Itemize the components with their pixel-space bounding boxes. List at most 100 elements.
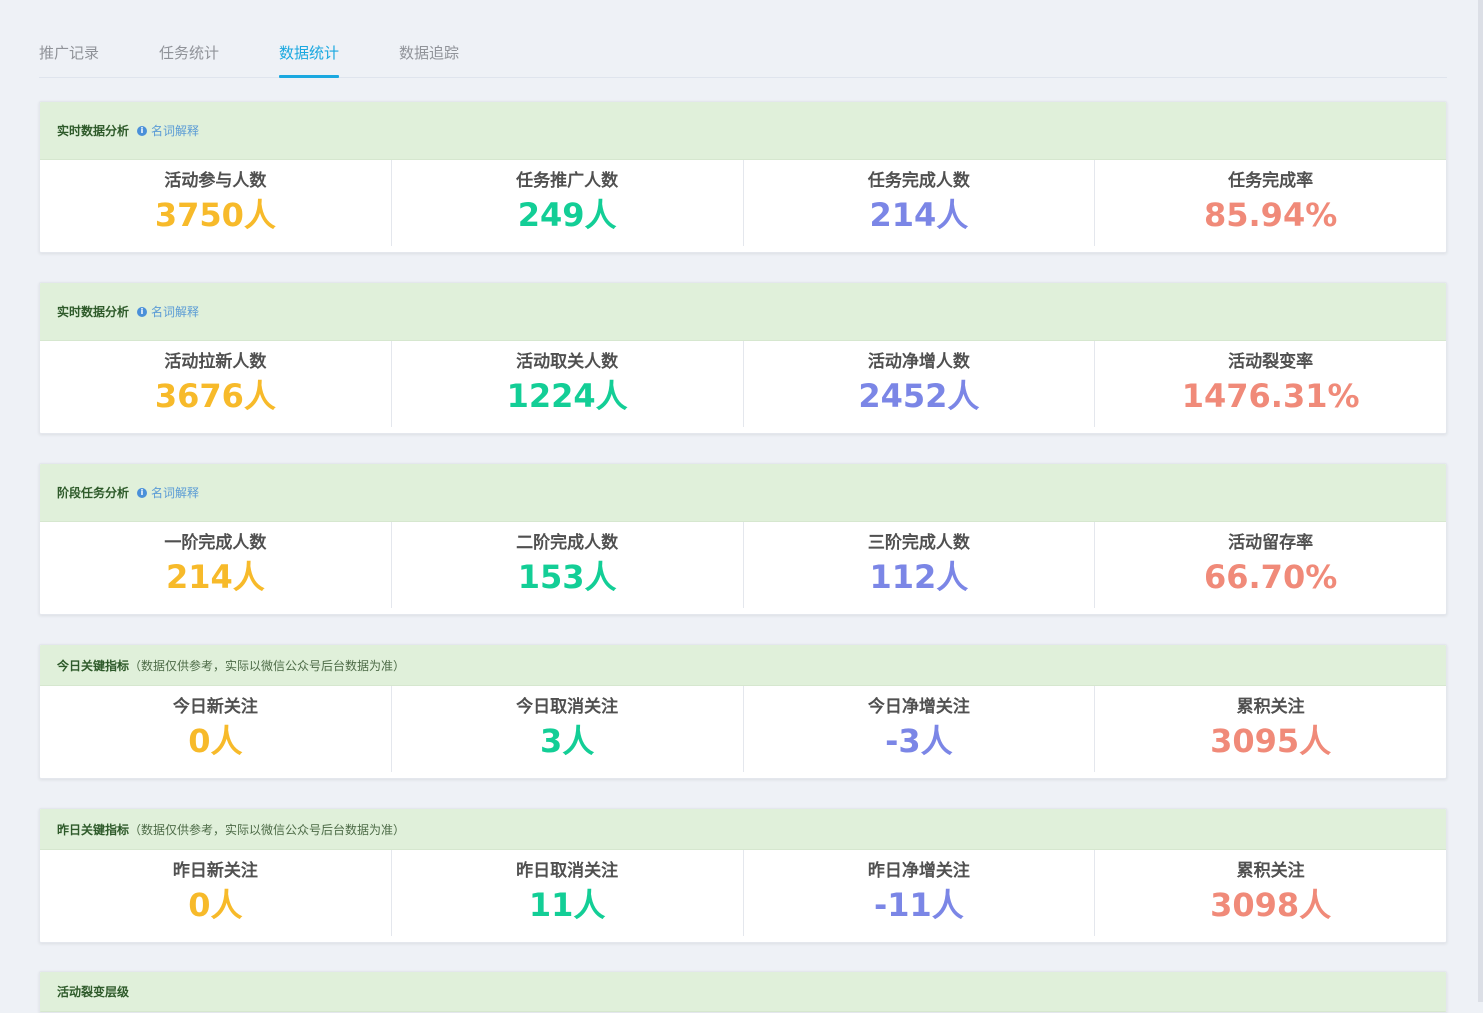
section-title: 实时数据分析 <box>57 124 130 138</box>
metric-label: 任务完成率 <box>1228 171 1314 191</box>
metric-cell: 活动留存率 66.70% <box>1095 522 1446 608</box>
metric-cell: 昨日净增关注 -11人 <box>744 850 1096 936</box>
glossary-link[interactable]: i 名词解释 <box>137 122 199 139</box>
section-header: 今日关键指标 （数据仅供参考，实际以微信公众号后台数据为准） <box>40 645 1446 686</box>
metric-cell: 昨日取消关注 11人 <box>392 850 744 936</box>
metric-label: 活动拉新人数 <box>164 352 267 372</box>
metric-value: 3095人 <box>1210 722 1332 760</box>
metric-label: 今日取消关注 <box>516 697 619 717</box>
metrics-row: 今日新关注 0人 今日取消关注 3人 今日净增关注 -3人 累积关注 3095人 <box>40 686 1446 778</box>
metric-value: 214人 <box>165 558 265 596</box>
metric-value: 1224人 <box>506 377 628 415</box>
section-header: 实时数据分析 i 名词解释 <box>40 102 1446 160</box>
metric-label: 昨日净增关注 <box>867 861 970 881</box>
glossary-label: 名词解释 <box>151 305 200 319</box>
tab-data-stats[interactable]: 数据统计 <box>279 29 340 78</box>
metric-label: 活动净增人数 <box>867 352 970 372</box>
metric-value: 3750人 <box>154 196 276 234</box>
metrics-row: 活动拉新人数 3676人 活动取关人数 1224人 活动净增人数 2452人 活… <box>40 341 1446 433</box>
info-icon: i <box>137 125 148 136</box>
section-title: 阶段任务分析 <box>57 486 130 500</box>
metric-label: 累积关注 <box>1236 861 1305 881</box>
metric-value: 3人 <box>539 722 595 760</box>
section-yesterday-key-metrics: 昨日关键指标 （数据仅供参考，实际以微信公众号后台数据为准） 昨日新关注 0人 … <box>39 808 1447 943</box>
metric-label: 昨日新关注 <box>172 861 258 881</box>
section-header: 昨日关键指标 （数据仅供参考，实际以微信公众号后台数据为准） <box>40 809 1446 850</box>
section-fission-levels: 活动裂变层级 <box>39 971 1447 1013</box>
main-content: 推广记录 任务统计 数据统计 数据追踪 实时数据分析 i 名词解释 活动参与人数… <box>4 0 1478 1013</box>
section-header: 活动裂变层级 <box>40 972 1446 1012</box>
info-icon: i <box>137 487 148 498</box>
metric-cell: 任务完成人数 214人 <box>744 160 1096 246</box>
metric-value: 2452人 <box>858 377 980 415</box>
metric-cell: 活动净增人数 2452人 <box>744 341 1096 427</box>
metric-label: 任务推广人数 <box>516 171 619 191</box>
metrics-row: 一阶完成人数 214人 二阶完成人数 153人 三阶完成人数 112人 活动留存… <box>40 522 1446 614</box>
metric-cell: 今日取消关注 3人 <box>392 686 744 772</box>
metric-value: 0人 <box>188 886 243 924</box>
metric-cell: 任务完成率 85.94% <box>1095 160 1446 246</box>
section-realtime-analysis-1: 实时数据分析 i 名词解释 活动参与人数 3750人 任务推广人数 249人 任… <box>39 101 1447 253</box>
glossary-label: 名词解释 <box>151 124 200 138</box>
metric-cell: 活动裂变率 1476.31% <box>1095 341 1446 427</box>
metric-value: 85.94% <box>1203 196 1338 234</box>
page-scrollbar[interactable] <box>1478 0 1483 1002</box>
metric-label: 今日净增关注 <box>867 697 970 717</box>
tab-task-stats[interactable]: 任务统计 <box>159 29 219 77</box>
metric-label: 活动裂变率 <box>1228 352 1314 372</box>
metric-cell: 三阶完成人数 112人 <box>744 522 1096 608</box>
metrics-row: 活动参与人数 3750人 任务推广人数 249人 任务完成人数 214人 任务完… <box>40 160 1446 252</box>
section-header: 实时数据分析 i 名词解释 <box>40 283 1446 341</box>
tab-bar: 推广记录 任务统计 数据统计 数据追踪 <box>39 28 1447 78</box>
section-title: 活动裂变层级 <box>57 985 130 999</box>
metric-cell: 昨日新关注 0人 <box>40 850 392 936</box>
metric-label: 二阶完成人数 <box>516 533 619 553</box>
metric-cell: 今日新关注 0人 <box>40 686 392 772</box>
section-header: 阶段任务分析 i 名词解释 <box>40 464 1446 522</box>
metric-value: 153人 <box>517 558 617 596</box>
tab-promotion-records[interactable]: 推广记录 <box>39 29 99 77</box>
section-title: 今日关键指标 <box>57 658 130 673</box>
info-icon: i <box>137 306 148 317</box>
section-today-key-metrics: 今日关键指标 （数据仅供参考，实际以微信公众号后台数据为准） 今日新关注 0人 … <box>39 644 1447 779</box>
metric-cell: 任务推广人数 249人 <box>392 160 744 246</box>
metric-label: 昨日取消关注 <box>516 861 619 881</box>
section-stage-task-analysis: 阶段任务分析 i 名词解释 一阶完成人数 214人 二阶完成人数 153人 三阶… <box>39 463 1447 615</box>
section-note: （数据仅供参考，实际以微信公众号后台数据为准） <box>129 822 406 837</box>
section-note: （数据仅供参考，实际以微信公众号后台数据为准） <box>129 658 406 673</box>
metric-label: 今日新关注 <box>172 697 258 717</box>
metric-cell: 累积关注 3098人 <box>1095 850 1446 936</box>
metrics-row: 昨日新关注 0人 昨日取消关注 11人 昨日净增关注 -11人 累积关注 309… <box>40 850 1446 942</box>
metric-value: -3人 <box>885 722 953 760</box>
glossary-link[interactable]: i 名词解释 <box>137 303 199 320</box>
metric-value: 0人 <box>188 722 243 760</box>
metric-cell: 今日净增关注 -3人 <box>744 686 1096 772</box>
tab-data-tracking[interactable]: 数据追踪 <box>399 29 459 77</box>
section-title: 昨日关键指标 <box>57 822 130 837</box>
metric-cell: 活动取关人数 1224人 <box>392 341 744 427</box>
section-realtime-analysis-2: 实时数据分析 i 名词解释 活动拉新人数 3676人 活动取关人数 1224人 … <box>39 282 1447 434</box>
metric-value: 249人 <box>517 196 617 234</box>
metric-cell: 二阶完成人数 153人 <box>392 522 744 608</box>
metric-label: 一阶完成人数 <box>164 533 267 553</box>
metric-value: 214人 <box>869 196 969 234</box>
metric-value: 3098人 <box>1210 886 1332 924</box>
metric-label: 活动参与人数 <box>164 171 267 191</box>
metric-label: 活动取关人数 <box>516 352 619 372</box>
metric-value: -11人 <box>873 886 964 924</box>
metric-cell: 活动拉新人数 3676人 <box>40 341 392 427</box>
metric-label: 活动留存率 <box>1228 533 1314 553</box>
metric-label: 三阶完成人数 <box>867 533 970 553</box>
metric-value: 3676人 <box>154 377 276 415</box>
metric-cell: 累积关注 3095人 <box>1095 686 1446 772</box>
metric-value: 112人 <box>869 558 969 596</box>
metric-cell: 活动参与人数 3750人 <box>40 160 392 246</box>
metric-label: 累积关注 <box>1236 697 1305 717</box>
section-title: 实时数据分析 <box>57 305 130 319</box>
metric-cell: 一阶完成人数 214人 <box>40 522 392 608</box>
glossary-link[interactable]: i 名词解释 <box>137 484 199 501</box>
metric-value: 11人 <box>528 886 606 924</box>
metric-value: 66.70% <box>1203 558 1338 596</box>
metric-label: 任务完成人数 <box>867 171 970 191</box>
glossary-label: 名词解释 <box>151 486 200 500</box>
